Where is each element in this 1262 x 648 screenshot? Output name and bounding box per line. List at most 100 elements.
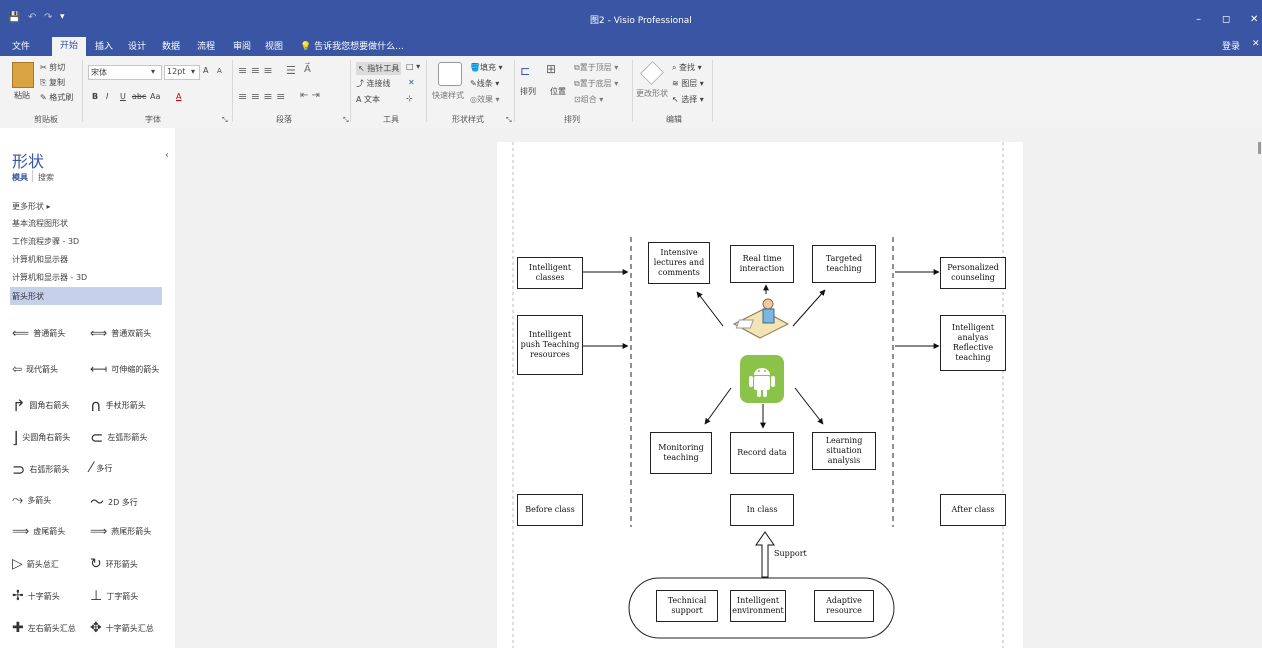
fill-button[interactable]: 🪣填充 ▾ xyxy=(470,62,503,73)
arrange-button[interactable]: 排列 xyxy=(520,86,536,97)
pointer-tool-button[interactable]: ↖ 指针工具 xyxy=(356,62,402,75)
stencil-item[interactable]: ↻ 环形箭头 xyxy=(90,556,138,572)
position-icon[interactable]: ⊞ xyxy=(546,62,556,76)
box-learning-situation[interactable]: Learning situation analysis xyxy=(812,432,876,470)
stencil-item[interactable]: ⟺ 普通双箭头 xyxy=(90,326,151,340)
indent-icon[interactable]: ⇤ ⇥ xyxy=(300,90,320,101)
font-dialog-launcher-icon[interactable]: ⤡ xyxy=(222,116,228,125)
stencil-item[interactable]: ↱ 圆角右箭头 xyxy=(12,396,69,415)
stencil-item[interactable]: ⁄ 多行 xyxy=(90,460,112,476)
stencil-item[interactable]: ✚ 左右箭头汇总 xyxy=(12,620,76,636)
font-color-button[interactable]: A xyxy=(176,92,181,101)
close-icon[interactable]: ✕ xyxy=(1250,14,1258,25)
text-direction-icon[interactable]: A⃗ xyxy=(304,64,311,75)
stencil-item[interactable]: ⟹ 虚尾箭头 xyxy=(12,524,65,538)
change-case-button[interactable]: Aa xyxy=(150,92,160,101)
tell-me-search[interactable]: 💡 告诉我您想要做什么... xyxy=(300,39,404,52)
copy-button[interactable]: ⎘ 复制 xyxy=(40,77,65,88)
stencil-item[interactable]: ⟻ 可伸缩的箭头 xyxy=(90,362,159,376)
strike-button[interactable]: abc xyxy=(132,92,146,101)
stencil-item[interactable]: ⊃ 右弧形箭头 xyxy=(12,460,69,479)
position-button[interactable]: 位置 xyxy=(550,86,566,97)
format-painter-button[interactable]: ✎ 格式刷 xyxy=(40,92,73,103)
stencil-item[interactable]: ⤳ 多箭头 xyxy=(12,492,51,508)
tab-data[interactable]: 数据 xyxy=(162,39,180,52)
box-targeted-teaching[interactable]: Targeted teaching xyxy=(812,245,876,283)
line-button[interactable]: ✎线条 ▾ xyxy=(470,78,499,89)
more-shapes-button[interactable]: 更多形状 ▸ xyxy=(12,201,51,212)
cut-button[interactable]: ✂ 剪切 xyxy=(40,62,65,73)
box-personalized-counseling[interactable]: Personalized counseling xyxy=(940,257,1006,289)
select-button[interactable]: ↖ 选择 ▾ xyxy=(672,94,704,105)
paste-icon[interactable] xyxy=(12,62,34,88)
collapse-pane-icon[interactable]: ‹ xyxy=(165,150,169,161)
stencil-workflow-3d[interactable]: 工作流程步骤 - 3D xyxy=(12,236,79,247)
box-in-class[interactable]: In class xyxy=(730,494,794,526)
stencil-item[interactable]: 〜 2D 多行 xyxy=(90,492,138,512)
tab-review[interactable]: 审阅 xyxy=(233,39,251,52)
font-size-select[interactable]: 12pt ▾ xyxy=(164,65,200,80)
stencil-item[interactable]: ⊥ 丁字箭头 xyxy=(90,588,138,604)
tab-design[interactable]: 设计 xyxy=(128,39,146,52)
grow-font-button[interactable]: A xyxy=(203,66,208,75)
box-record-data[interactable]: Record data xyxy=(730,432,794,474)
box-intelligent-classes[interactable]: Intelligent classes xyxy=(517,257,583,289)
send-back-button[interactable]: ⧉置于底层 ▾ xyxy=(574,78,618,89)
stencil-item[interactable]: ∩ 手杖形箭头 xyxy=(90,396,146,415)
bold-button[interactable]: B xyxy=(92,92,98,101)
tab-stencils[interactable]: 模具 xyxy=(12,172,28,183)
stencil-item[interactable]: ⇦ 现代箭头 xyxy=(12,362,58,376)
underline-button[interactable]: U xyxy=(120,92,126,101)
tab-home[interactable]: 开始 xyxy=(52,37,86,56)
restore-icon[interactable]: ◻ xyxy=(1222,14,1230,25)
box-real-time-interaction[interactable]: Real time interaction xyxy=(730,245,794,283)
shrink-font-button[interactable]: A xyxy=(217,67,222,75)
font-name-select[interactable]: 宋体 ▾ xyxy=(88,65,162,80)
save-icon[interactable]: 💾 xyxy=(8,12,20,23)
box-before-class[interactable]: Before class xyxy=(517,494,583,526)
align-left-icon[interactable]: ≡ ≡ ≡ ≡ xyxy=(238,90,285,103)
box-intelligent-analyas[interactable]: Intelligent analyas Reflective teaching xyxy=(940,315,1006,371)
effects-button[interactable]: ◎效果 ▾ xyxy=(470,94,500,105)
close-ribbon-icon[interactable]: ✕ xyxy=(1252,39,1260,49)
box-after-class[interactable]: After class xyxy=(940,494,1006,526)
box-intensive-lectures[interactable]: Intensive lectures and comments xyxy=(648,242,710,284)
quick-styles-icon[interactable] xyxy=(438,62,462,86)
tab-search[interactable]: 搜索 xyxy=(38,172,54,183)
box-intelligent-environment[interactable]: Intelligent environment xyxy=(730,590,786,622)
stencil-item[interactable]: ⌋ 尖圆角右箭头 xyxy=(12,428,70,447)
tab-view[interactable]: 视图 xyxy=(265,39,283,52)
box-monitoring-teaching[interactable]: Monitoring teaching xyxy=(650,432,712,474)
minimize-icon[interactable]: – xyxy=(1196,14,1201,25)
change-shape-button[interactable]: 更改形状 xyxy=(636,88,668,99)
find-button[interactable]: ⌕ 查找 ▾ xyxy=(672,62,702,73)
box-intelligent-push[interactable]: Intelligent push Teaching resources xyxy=(517,315,583,375)
stencil-item[interactable]: ▷ 箭头总汇 xyxy=(12,556,59,572)
stencil-basic-flowchart[interactable]: 基本流程图形状 xyxy=(12,218,68,229)
align-icon[interactable]: ⊏ xyxy=(520,64,530,78)
group-button[interactable]: ⊡组合 ▾ xyxy=(574,94,603,105)
connection-point-icon[interactable]: ⊹ xyxy=(406,94,413,103)
undo-icon[interactable]: ↶ xyxy=(28,12,36,23)
tab-insert[interactable]: 插入 xyxy=(95,39,113,52)
shape-styles-dialog-launcher-icon[interactable]: ⤡ xyxy=(506,116,512,125)
stencil-item[interactable]: ⊂ 左弧形箭头 xyxy=(90,428,147,447)
login-link[interactable]: 登录 xyxy=(1222,39,1240,52)
box-adaptive-resource[interactable]: Adaptive resource xyxy=(814,590,874,622)
tab-file[interactable]: 文件 xyxy=(12,39,30,52)
box-technical-support[interactable]: Technical support xyxy=(656,590,718,622)
paragraph-dialog-launcher-icon[interactable]: ⤡ xyxy=(343,116,349,125)
layers-button[interactable]: ≋ 图层 ▾ xyxy=(672,78,704,89)
italic-button[interactable]: I xyxy=(106,92,108,101)
text-tool-button[interactable]: A 文本 xyxy=(356,94,380,105)
stencil-arrows-selected[interactable]: 箭头形状 xyxy=(10,287,162,305)
stencil-item[interactable]: ✢ 十字箭头 xyxy=(12,588,60,604)
redo-icon[interactable]: ↷ xyxy=(44,12,52,23)
customize-qat-icon[interactable]: ▾ xyxy=(60,12,65,22)
stencil-computers[interactable]: 计算机和显示器 xyxy=(12,254,68,265)
stencil-computers-3d[interactable]: 计算机和显示器 - 3D xyxy=(12,272,87,283)
stencil-item[interactable]: ✥ 十字箭头汇总 xyxy=(90,620,154,636)
tab-process[interactable]: 流程 xyxy=(197,39,215,52)
bring-front-button[interactable]: ⧉置于顶层 ▾ xyxy=(574,62,618,73)
stencil-item[interactable]: ⟹ 燕尾形箭头 xyxy=(90,524,151,538)
